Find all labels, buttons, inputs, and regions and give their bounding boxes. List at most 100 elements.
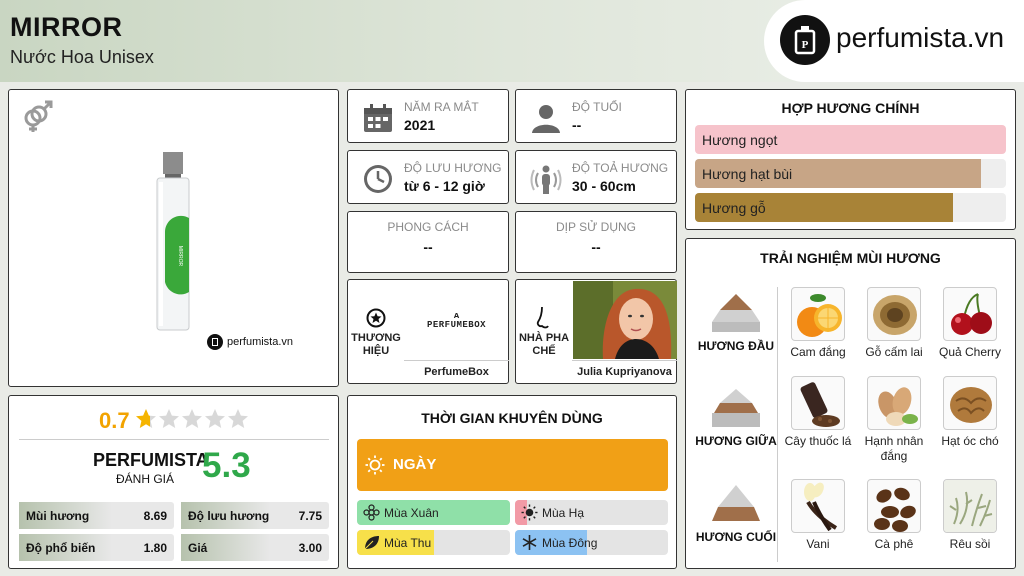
note-guaiac-wood[interactable]: Gỗ cấm lai [858, 287, 930, 360]
sun-icon [521, 504, 538, 521]
style-value: -- [423, 239, 433, 255]
release-year-label: NĂM RA MẮT [404, 100, 479, 114]
page-title: MIRROR [10, 12, 123, 42]
note-name: Cam đắng [790, 345, 846, 359]
note-coffee[interactable]: Cà phê [858, 479, 930, 552]
svg-text:P: P [802, 39, 809, 51]
note-name: Hạnh nhân đắng [864, 434, 924, 463]
perfumer-photo [573, 281, 677, 359]
oakmoss-image [943, 479, 997, 533]
occasion-label: DỊP SỬ DỤNG [555, 220, 637, 234]
accord-bar: Hương hạt bùi [695, 159, 1006, 188]
guaiac-wood-image [867, 287, 921, 341]
sillage-icon [530, 163, 562, 195]
style-label: PHONG CÁCH [387, 220, 469, 234]
release-year-card: NĂM RA MẮT 2021 [347, 89, 509, 143]
header: MIRROR Nước Hoa Unisex P perfumista.vn [0, 0, 1024, 82]
season-spring: Mùa Xuân [357, 500, 510, 525]
perfumer-label: NHÀ PHA CHẾ [518, 332, 570, 357]
bitter-almond-image [867, 376, 921, 430]
occasion-value: -- [591, 239, 601, 255]
scent-notes-card: TRẢI NGHIỆM MÙI HƯƠNG HƯƠNG ĐẦU HƯƠNG GI… [685, 238, 1016, 569]
perfumer-card[interactable]: NHÀ PHA CHẾ Julia Kupriyanova [515, 279, 677, 384]
snowflake-icon [521, 534, 538, 551]
note-vanilla[interactable]: Vani [782, 479, 854, 552]
note-name: Quả Cherry [938, 345, 1002, 359]
svg-text:MIRROR: MIRROR [177, 246, 183, 267]
clock-icon [362, 163, 394, 195]
perfumer-name: Julia Kupriyanova [577, 366, 672, 378]
heart-notes-label: HƯƠNG GIỮA [695, 434, 777, 448]
flower-icon [363, 504, 380, 521]
note-bitter-orange[interactable]: Cam đắng [782, 287, 854, 360]
brand-name: perfumista.vn [836, 22, 1005, 53]
occasion-card: DỊP SỬ DỤNG -- [515, 211, 677, 273]
day-bar: NGÀY [357, 439, 668, 491]
bitter-orange-image [791, 287, 845, 341]
sillage-card: ĐỘ TOẢ HƯƠNG 30 - 60cm [515, 150, 677, 204]
coffee-image [867, 479, 921, 533]
star-icon[interactable] [204, 408, 226, 435]
age-value: -- [572, 117, 582, 133]
rating-longevity: Độ lưu hương 7.75 [181, 502, 329, 529]
brand-card[interactable]: THƯƠNG HIỆU ᴀ PERFUMEBOX PerfumeBox [347, 279, 509, 384]
sillage-value: 30 - 60cm [572, 178, 636, 194]
perfume-bottle-icon: P [780, 15, 830, 65]
rating-scent: Mùi hương 8.69 [19, 502, 174, 529]
brand-name: PerfumeBox [424, 366, 489, 378]
day-label: NGÀY [393, 456, 437, 473]
note-walnut[interactable]: Hạt óc chó [934, 376, 1006, 449]
brand-label: THƯƠNG HIỆU [351, 332, 401, 357]
notes-title: TRẢI NGHIỆM MÙI HƯƠNG [760, 250, 941, 266]
note-tobacco[interactable]: Cây thuốc lá [782, 376, 854, 449]
note-name: Gỗ cấm lai [865, 345, 923, 359]
tobacco-image [791, 376, 845, 430]
user-score: 0.7 [99, 408, 130, 433]
perfumista-label: PERFUMISTA [93, 450, 209, 470]
note-cherry[interactable]: Quả Cherry [934, 287, 1006, 360]
rating-price: Giá 3.00 [181, 534, 329, 561]
season-autumn: Mùa Thu [357, 530, 510, 555]
perfumista-sublabel: ĐÁNH GIÁ [116, 472, 175, 486]
perfumista-score: 5.3 [202, 446, 251, 485]
brand-logo-box[interactable]: P perfumista.vn [764, 0, 1024, 82]
top-notes-label: HƯƠNG ĐẦU [697, 339, 775, 353]
leaf-icon [363, 534, 380, 551]
accord-label: Hương gỗ [695, 193, 954, 222]
accord-label: Hương ngọt [695, 125, 1006, 154]
note-name: Rêu sồi [949, 537, 991, 551]
product-image-card: MIRROR perfumista.vn [8, 89, 339, 387]
note-name: Vani [806, 537, 830, 551]
star-rating[interactable] [135, 408, 249, 435]
star-badge-icon [366, 308, 386, 333]
top-notes-group: HƯƠNG ĐẦU [694, 294, 778, 353]
heart-notes-group: HƯƠNG GIỮA [694, 389, 778, 448]
sun-icon [365, 455, 385, 480]
release-year-value: 2021 [404, 117, 436, 133]
age-label: ĐỘ TUỔI [572, 100, 622, 114]
watermark: perfumista.vn [207, 334, 293, 350]
pyramid-bottom-icon [712, 485, 760, 521]
age-card: ĐỘ TUỔI -- [515, 89, 677, 143]
product-bottle: MIRROR [155, 152, 191, 337]
season-summer: Mùa Hạ [515, 500, 668, 525]
note-bitter-almond[interactable]: Hạnh nhân đắng [858, 376, 930, 464]
base-notes-group: HƯƠNG CUỐI [694, 485, 778, 544]
star-icon[interactable] [181, 408, 203, 435]
accord-bar: Hương ngọt [695, 125, 1006, 154]
accords-title: HỢP HƯƠNG CHÍNH [781, 100, 920, 116]
star-icon[interactable] [227, 408, 249, 435]
base-notes-label: HƯƠNG CUỐI [695, 530, 777, 544]
usage-title: THỜI GIAN KHUYÊN DÙNG [421, 410, 603, 426]
star-icon[interactable] [135, 408, 157, 435]
person-icon [530, 102, 562, 134]
longevity-label: ĐỘ LƯU HƯƠNG [404, 161, 502, 175]
rating-popularity: Độ phổ biến 1.80 [19, 534, 174, 561]
note-oakmoss[interactable]: Rêu sồi [934, 479, 1006, 552]
walnut-image [943, 376, 997, 430]
longevity-card: ĐỘ LƯU HƯƠNG từ 6 - 12 giờ [347, 150, 509, 204]
style-card: PHONG CÁCH -- [347, 211, 509, 273]
brand-logo: ᴀ PERFUMEBOX [426, 309, 486, 330]
page-subtitle: Nước Hoa Unisex [10, 47, 154, 67]
star-icon[interactable] [158, 408, 180, 435]
